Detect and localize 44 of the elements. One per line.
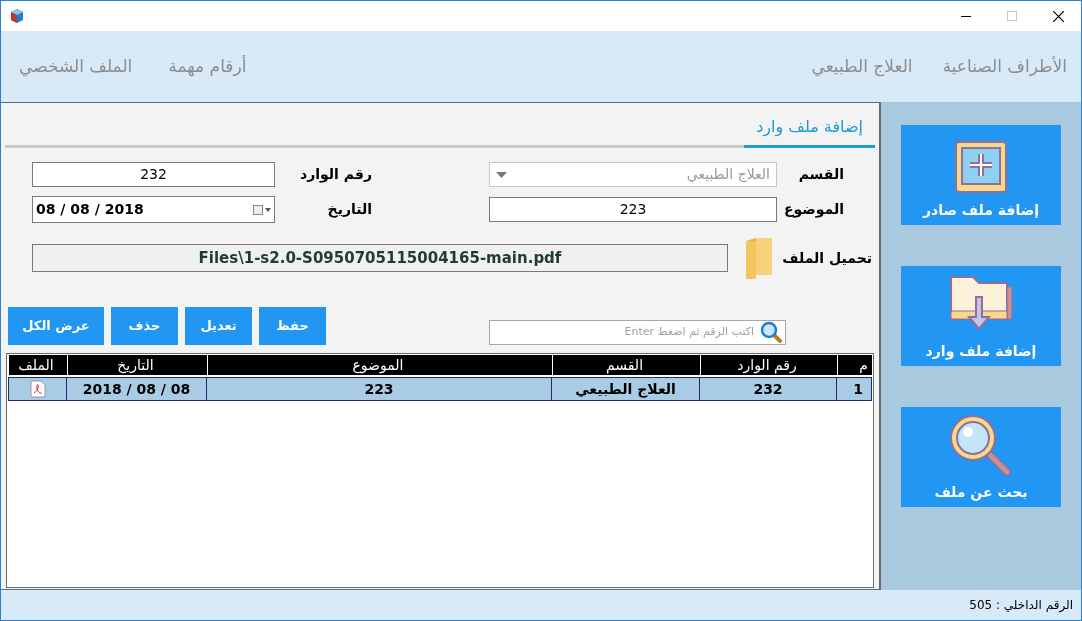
file-path-field[interactable]: Files\1-s2.0-S0950705115004165-main.pdf [32, 244, 728, 272]
column-header: رقم الوارد [700, 355, 837, 375]
column-header: الموضوع [207, 355, 552, 375]
search-field[interactable]: اكتب الرقم ثم اضغط Enter [489, 319, 786, 345]
column-header: الملف [8, 355, 67, 375]
menu-item[interactable]: الملف الشخصي [19, 53, 133, 80]
dropdown-caret-icon [496, 171, 507, 178]
plus-frame-icon [954, 140, 1008, 194]
action-button[interactable]: عرض الكل [8, 307, 104, 345]
status-text: الرقم الداخلي : 505 [969, 597, 1073, 614]
action-button[interactable]: حذف [111, 307, 178, 345]
table-cell: العلاج الطبيعي [551, 378, 699, 400]
field-label: الموضوع [782, 200, 844, 220]
field-label: تحميل الملف [781, 248, 872, 268]
table-cell: 232 [699, 378, 836, 400]
column-header: القسم [552, 355, 700, 375]
action-button[interactable]: حفظ [259, 307, 326, 345]
menu-item[interactable]: الأطراف الصناعية [942, 53, 1067, 80]
date-picker[interactable]: 08 / 08 / 2018 [32, 196, 275, 223]
sidebar-button[interactable]: بحث عن ملف [901, 407, 1061, 507]
folder-icon[interactable] [744, 237, 774, 279]
table-cell: 1 [836, 378, 871, 400]
tab[interactable]: إضافة ملف وارد [744, 108, 875, 148]
pdf-file-icon[interactable] [29, 380, 46, 398]
department-dropdown[interactable]: العلاج الطبيعي [489, 162, 777, 187]
field-label: التاريخ [326, 200, 372, 220]
menu-item[interactable]: أرقام مهمة [168, 53, 247, 80]
sidebar-button[interactable]: إضافة ملف صادر [901, 125, 1061, 225]
column-header: م [837, 355, 872, 375]
subject-field[interactable]: 223 [489, 197, 777, 222]
magnifier-icon [949, 414, 1013, 476]
action-button[interactable]: تعديل [185, 307, 252, 345]
calendar-caret-icon [253, 204, 271, 215]
sidebar-button[interactable]: إضافة ملف وارد [901, 266, 1061, 366]
incoming-number-field[interactable]: 232 [32, 162, 275, 187]
search-icon [760, 321, 782, 343]
table-cell: 223 [206, 378, 551, 400]
column-header: التاريخ [67, 355, 207, 375]
field-label: رقم الوارد [299, 165, 372, 185]
close-icon [1052, 10, 1064, 22]
field-label: القسم [797, 165, 844, 184]
app-cube-icon [9, 8, 25, 24]
table-cell: 2018 / 08 / 08 [66, 378, 206, 400]
menu-item[interactable]: العلاج الطبيعي [811, 53, 913, 80]
